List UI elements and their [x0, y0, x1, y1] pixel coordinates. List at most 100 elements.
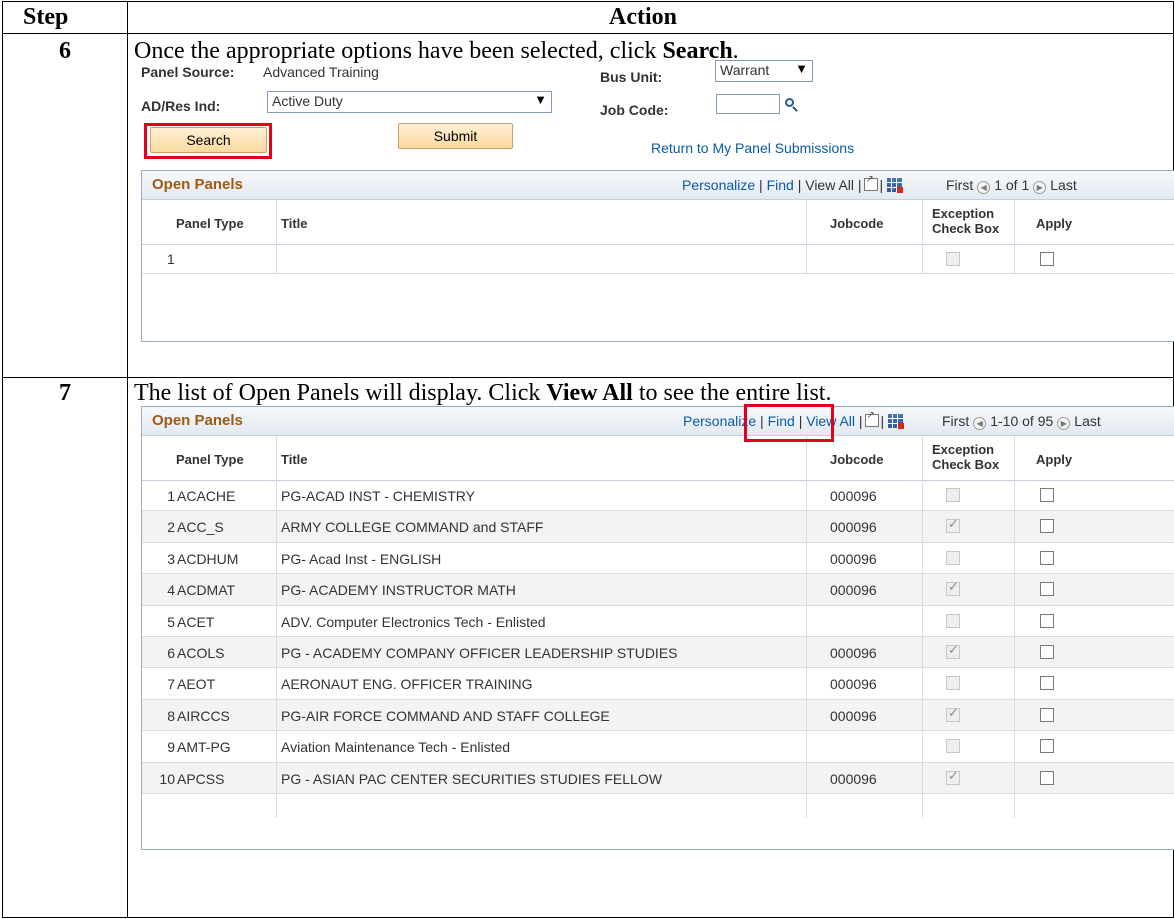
ad-res-label: AD/Res Ind:: [141, 98, 221, 114]
table-row: 5 ACET ADV. Computer Electronics Tech - En…: [142, 606, 1174, 637]
table-row: 2 ACC_S ARMY COLLEGE COMMAND and STAFF 0000…: [142, 511, 1174, 543]
last-link[interactable]: Last: [1074, 413, 1100, 429]
panel-type-link[interactable]: AIRCCS: [177, 708, 230, 724]
submit-button[interactable]: Submit: [398, 123, 513, 149]
jobcode: 000096: [830, 676, 877, 693]
range-text: 1 of 1: [994, 177, 1030, 193]
zoom-icon[interactable]: [863, 174, 878, 191]
ad-res-select[interactable]: Active Duty ▼: [267, 91, 552, 113]
col-jobcode: Jobcode: [830, 452, 884, 467]
job-code-label: Job Code:: [600, 102, 669, 118]
apply-checkbox[interactable]: [1040, 582, 1054, 597]
table-row: 6 ACOLS PG - ACADEMY COMPANY OFFICER LEADE…: [142, 637, 1174, 669]
table-row: 1 ACACHE PG-ACAD INST - CHEMISTRY 000096: [142, 480, 1174, 512]
first-link[interactable]: First: [942, 413, 969, 429]
bus-unit-selected: Warrant: [720, 62, 770, 78]
first-link[interactable]: First: [946, 177, 973, 193]
row-number: 2: [167, 519, 175, 536]
chevron-down-icon: ▼: [534, 92, 547, 107]
panel-source-value: Advanced Training: [263, 64, 379, 80]
panel-type-link[interactable]: AMT-PG: [177, 739, 231, 755]
col-exception-l1: Exception: [932, 206, 995, 221]
column-divider: [127, 2, 128, 917]
apply-checkbox[interactable]: [1040, 707, 1054, 722]
jobcode: 000096: [830, 550, 877, 567]
table-row: 7 AEOT AERONAUT ENG. OFFICER TRAINING 00009…: [142, 668, 1174, 700]
panel-type-link[interactable]: AEOT: [177, 676, 215, 692]
jobcode: 000096: [830, 519, 877, 536]
prev-icon[interactable]: ◀: [977, 181, 991, 194]
download-grid-icon[interactable]: [887, 178, 904, 193]
apply-checkbox[interactable]: [1040, 613, 1054, 628]
panel-title: ARMY COLLEGE COMMAND and STAFF: [281, 519, 544, 536]
col-sep: [922, 200, 923, 274]
panel-type-link[interactable]: ACACHE: [177, 488, 235, 504]
zoom-icon[interactable]: [864, 410, 879, 427]
row-number: 3: [167, 550, 175, 567]
panel-type-link[interactable]: ACC_S: [177, 519, 224, 535]
header-divider: [3, 33, 1173, 34]
apply-checkbox[interactable]: [1040, 488, 1054, 502]
bus-unit-label: Bus Unit:: [600, 69, 663, 85]
panel-title: Aviation Maintenance Tech - Enlisted: [281, 739, 511, 756]
row-divider: [3, 377, 1173, 378]
row-number: 9: [167, 739, 175, 756]
apply-checkbox[interactable]: [1040, 676, 1054, 691]
next-icon[interactable]: ▶: [1033, 181, 1047, 194]
panel-type-link[interactable]: ACDMAT: [177, 582, 235, 598]
table-row: 1: [142, 244, 1174, 274]
grid-toolbar: Personalize | Find | View All ||: [682, 174, 904, 193]
jobcode: 000096: [830, 645, 877, 661]
col-sep: [1014, 200, 1015, 274]
checkmark-icon: ✓: [948, 767, 959, 783]
panel-type-link[interactable]: ACDHUM: [177, 551, 238, 567]
personalize-link[interactable]: Personalize: [682, 177, 755, 193]
panel-type-link[interactable]: ACET: [177, 614, 214, 630]
return-link[interactable]: Return to My Panel Submissions: [651, 140, 854, 156]
apply-checkbox[interactable]: [1040, 550, 1054, 565]
col-exception-l2: Check Box: [932, 457, 1000, 472]
exception-checkbox: ✓: [946, 767, 960, 785]
exception-checkbox: ✓: [946, 516, 960, 534]
apply-checkbox[interactable]: [1040, 770, 1054, 785]
view-all-link[interactable]: View All: [805, 177, 854, 193]
row-number: 7: [167, 676, 175, 693]
col-sep: [806, 200, 807, 274]
last-link[interactable]: Last: [1050, 177, 1076, 193]
row-number: 10: [159, 770, 175, 787]
apply-checkbox[interactable]: [1040, 645, 1054, 659]
range-text: 1-10 of 95: [990, 413, 1054, 429]
row-number: 4: [167, 582, 175, 599]
prev-icon[interactable]: ◀: [973, 417, 987, 430]
table-row: 8 AIRCCS PG-AIR FORCE COMMAND AND STAFF CO…: [142, 699, 1174, 732]
col-exception-l2: Check Box: [932, 221, 1000, 236]
exception-checkbox: [946, 676, 960, 691]
col-panel-type: Panel Type: [176, 216, 244, 231]
search-icon[interactable]: [785, 98, 794, 107]
table-row: 9 AMT-PG Aviation Maintenance Tech - Enlis…: [142, 731, 1174, 763]
job-code-input[interactable]: [716, 94, 780, 114]
grid-title: Open Panels: [152, 412, 243, 429]
apply-checkbox[interactable]: [1040, 252, 1054, 266]
apply-checkbox[interactable]: [1040, 519, 1054, 534]
checkmark-icon: ✓: [948, 579, 959, 595]
row-number: 8: [167, 707, 175, 724]
col-exception: Exception Check Box: [932, 442, 999, 472]
grid-header-bar: Open Panels Personalize | Find | View Al…: [142, 171, 1174, 200]
apply-checkbox[interactable]: [1040, 739, 1054, 754]
next-icon[interactable]: ▶: [1057, 417, 1071, 430]
find-link[interactable]: Find: [767, 177, 794, 193]
panel-type-link[interactable]: ACOLS: [177, 645, 224, 661]
table-row: 3 ACDHUM PG- Acad Inst - ENGLISH 000096: [142, 543, 1174, 575]
table-row: 10 APCSS PG - ASIAN PAC CENTER SECURITIES …: [142, 762, 1174, 794]
highlight-view-all: [744, 404, 834, 442]
panel-type-link[interactable]: APCSS: [177, 771, 224, 787]
row-number: 5: [167, 613, 175, 630]
col-jobcode: Jobcode: [830, 216, 884, 231]
panel-title: PG-ACAD INST - CHEMISTRY: [281, 488, 475, 504]
bus-unit-select[interactable]: Warrant ▼: [715, 60, 813, 82]
row-number: 6: [167, 645, 175, 661]
col-exception-l1: Exception: [932, 442, 995, 457]
exception-checkbox: ✓: [946, 642, 960, 659]
download-grid-icon[interactable]: [888, 414, 905, 429]
